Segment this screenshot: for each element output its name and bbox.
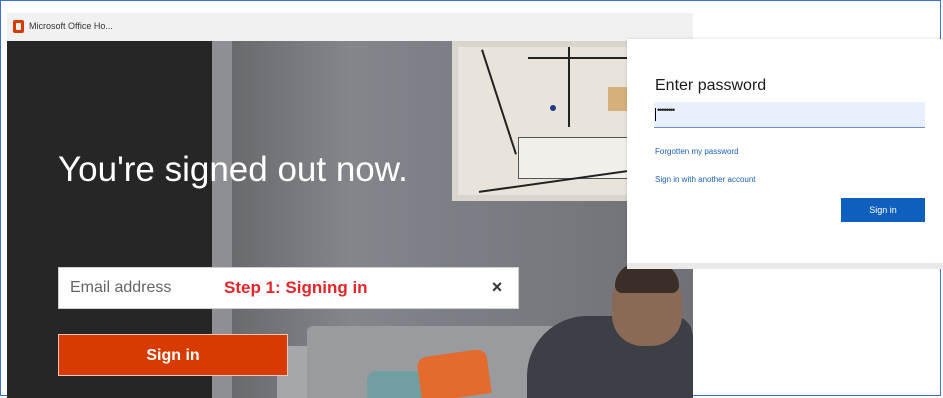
password-sign-in-button[interactable]: Sign in — [841, 198, 925, 222]
password-heading: Enter password — [655, 77, 767, 94]
email-input[interactable]: Email address Step 1: Signing in × — [58, 267, 519, 309]
other-account-link[interactable]: Sign in with another account — [655, 175, 756, 184]
text-caret — [655, 108, 656, 121]
browser-tab-bar: Microsoft Office Ho... — [7, 13, 693, 42]
forgot-password-link[interactable]: Forgotten my password — [655, 147, 739, 156]
signed-out-heading: You're signed out now. — [58, 150, 408, 189]
password-dialog: Enter password •••••••• Forgotten my pas… — [627, 39, 943, 263]
password-field[interactable]: •••••••• — [654, 102, 925, 128]
email-placeholder: Email address — [70, 279, 172, 296]
sign-in-button[interactable]: Sign in — [58, 334, 288, 376]
hero-background: You're signed out now. Email address Ste… — [7, 41, 693, 398]
close-icon[interactable]: × — [488, 278, 506, 296]
dialog-footer-strip — [627, 263, 943, 269]
tab-title[interactable]: Microsoft Office Ho... — [29, 21, 113, 31]
orange-pillow — [416, 348, 492, 398]
password-value: •••••••• — [657, 105, 675, 115]
office-logo-icon — [13, 20, 24, 33]
step-annotation: Step 1: Signing in — [224, 278, 368, 297]
